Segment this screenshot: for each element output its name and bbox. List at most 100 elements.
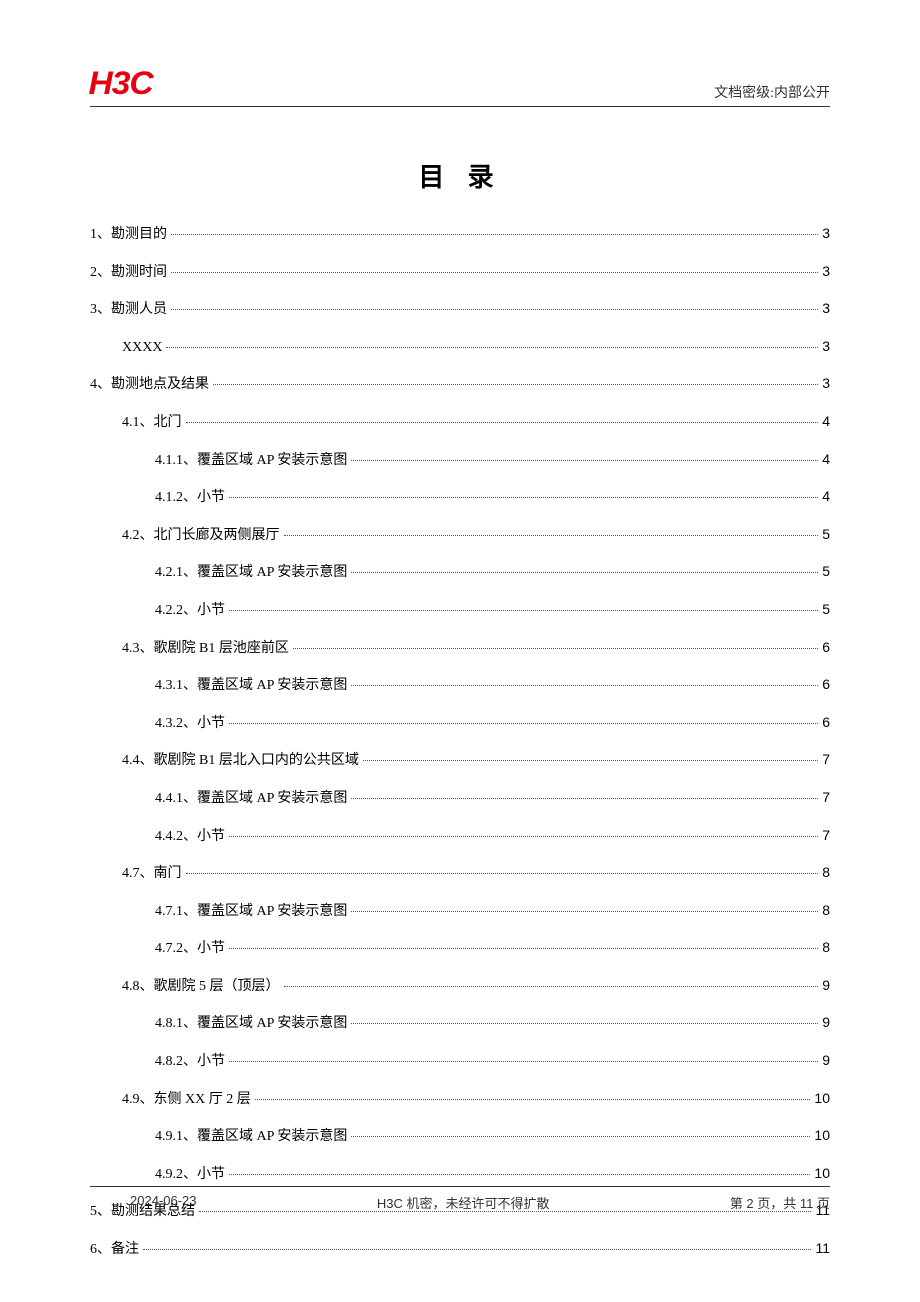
toc-entry-page: 5 xyxy=(822,600,830,620)
toc-leader-dots xyxy=(229,497,818,498)
toc-entry[interactable]: 1、勘测目的3 xyxy=(90,224,830,245)
toc-entry-page: 11 xyxy=(815,1239,830,1259)
toc-entry[interactable]: 4.9、东侧 XX 厅 2 层10 xyxy=(90,1089,830,1110)
toc-leader-dots xyxy=(229,948,818,949)
toc-entry[interactable]: 4.4.1、覆盖区域 AP 安装示意图 7 xyxy=(90,788,830,809)
toc-leader-dots xyxy=(229,836,818,837)
toc-entry-page: 9 xyxy=(822,1051,830,1071)
footer-confidential: H3C 机密，未经许可不得扩散 xyxy=(377,1193,550,1212)
classification-label: 文档密级:内部公开 xyxy=(714,82,830,102)
h3c-logo: H3C xyxy=(88,65,152,102)
toc-leader-dots xyxy=(229,1061,818,1062)
toc-entry-label: 4.4、歌剧院 B1 层北入口内的公共区域 xyxy=(122,751,359,771)
toc-entry[interactable]: 4.2.1、覆盖区域 AP 安装示意图 5 xyxy=(90,562,830,583)
toc-leader-dots xyxy=(351,460,818,461)
toc-entry-label: 4.9.1、覆盖区域 AP 安装示意图 xyxy=(155,1127,347,1147)
toc-entry[interactable]: 4.9.1、覆盖区域 AP 安装示意图 10 xyxy=(90,1126,830,1147)
toc-entry[interactable]: 4.7.1、覆盖区域 AP 安装示意图 8 xyxy=(90,901,830,922)
toc-leader-dots xyxy=(166,347,818,348)
toc-entry-page: 10 xyxy=(814,1126,830,1146)
page-header: H3C 文档密级:内部公开 xyxy=(90,65,830,107)
toc-entry-label: 4.8.1、覆盖区域 AP 安装示意图 xyxy=(155,1014,347,1034)
toc-entry[interactable]: 4.3.2、小节 6 xyxy=(90,713,830,734)
toc-leader-dots xyxy=(293,648,818,649)
toc-leader-dots xyxy=(351,1023,818,1024)
toc-entry-page: 6 xyxy=(822,675,830,695)
toc-entry-label: 4.3.1、覆盖区域 AP 安装示意图 xyxy=(155,676,347,696)
page-container: H3C 文档密级:内部公开 目 录 1、勘测目的32、勘测时间33、勘测人员3X… xyxy=(0,0,920,1302)
toc-entry-page: 7 xyxy=(822,788,830,808)
toc-entry[interactable]: 4.1.2、小节4 xyxy=(90,487,830,508)
toc-entry-page: 8 xyxy=(822,938,830,958)
toc-entry-label: 4.8.2、小节 xyxy=(155,1052,225,1072)
toc-entry-label: 4.2.1、覆盖区域 AP 安装示意图 xyxy=(155,563,347,583)
toc-entry-label: XXXX xyxy=(122,338,162,358)
toc-entry[interactable]: 6、备注 11 xyxy=(90,1239,830,1260)
toc-entry-page: 4 xyxy=(822,487,830,507)
toc-title: 目 录 xyxy=(90,157,830,194)
toc-entry-page: 10 xyxy=(814,1089,830,1109)
toc-entry[interactable]: 4.9.2、小节10 xyxy=(90,1164,830,1185)
toc-entry[interactable]: 4.1.1、覆盖区域 AP 安装示意图 4 xyxy=(90,450,830,471)
toc-leader-dots xyxy=(186,873,819,874)
toc-entry-label: 4.3、歌剧院 B1 层池座前区 xyxy=(122,639,289,659)
toc-entry[interactable]: 4.1、北门4 xyxy=(90,412,830,433)
toc-leader-dots xyxy=(171,234,818,235)
toc-entry[interactable]: 4.2.2、小节5 xyxy=(90,600,830,621)
toc-entry-page: 9 xyxy=(822,1013,830,1033)
toc-entry[interactable]: 3、勘测人员3 xyxy=(90,299,830,320)
toc-entry[interactable]: 4.7、南门 8 xyxy=(90,863,830,884)
toc-entry-label: 4、勘测地点及结果 xyxy=(90,375,209,395)
toc-entry-label: 4.3.2、小节 xyxy=(155,714,225,734)
footer-date: 2024-06-23 xyxy=(90,1193,197,1212)
toc-entry[interactable]: 4.4、歌剧院 B1 层北入口内的公共区域 7 xyxy=(90,750,830,771)
toc-leader-dots xyxy=(186,422,819,423)
toc-entry-page: 6 xyxy=(822,713,830,733)
toc-entry-page: 6 xyxy=(822,638,830,658)
toc-entry-page: 10 xyxy=(814,1164,830,1184)
toc-entry[interactable]: 2、勘测时间 3 xyxy=(90,262,830,283)
toc-leader-dots xyxy=(284,986,819,987)
table-of-contents: 1、勘测目的3 2、勘测时间 3 3、勘测人员3 XXXX3 4、勘测地点及结果 3 4.1、… xyxy=(90,224,830,1260)
toc-entry-label: 4.7、南门 xyxy=(122,864,182,884)
toc-entry[interactable]: 4.8、歌剧院 5 层（顶层）9 xyxy=(90,976,830,997)
toc-entry-label: 4.1.1、覆盖区域 AP 安装示意图 xyxy=(155,451,347,471)
toc-entry[interactable]: 4.4.2、小节7 xyxy=(90,826,830,847)
toc-entry[interactable]: 4.3.1、覆盖区域 AP 安装示意图 6 xyxy=(90,675,830,696)
toc-entry[interactable]: 4.8.1、覆盖区域 AP 安装示意图 9 xyxy=(90,1013,830,1034)
toc-entry[interactable]: XXXX3 xyxy=(90,337,830,358)
toc-leader-dots xyxy=(229,1174,810,1175)
toc-entry-page: 3 xyxy=(822,374,830,394)
toc-entry-label: 4.4.1、覆盖区域 AP 安装示意图 xyxy=(155,789,347,809)
toc-entry-label: 1、勘测目的 xyxy=(90,225,167,245)
toc-entry[interactable]: 4.2、北门长廊及两侧展厅 5 xyxy=(90,525,830,546)
toc-entry-label: 4.2、北门长廊及两侧展厅 xyxy=(122,526,280,546)
toc-leader-dots xyxy=(213,384,818,385)
toc-entry[interactable]: 4.3、歌剧院 B1 层池座前区 6 xyxy=(90,638,830,659)
toc-entry[interactable]: 4、勘测地点及结果 3 xyxy=(90,374,830,395)
toc-entry-page: 8 xyxy=(822,863,830,883)
toc-leader-dots xyxy=(143,1249,811,1250)
toc-entry-page: 3 xyxy=(822,262,830,282)
toc-entry-page: 5 xyxy=(822,562,830,582)
toc-entry-page: 7 xyxy=(822,750,830,770)
toc-leader-dots xyxy=(363,760,818,761)
toc-entry-page: 8 xyxy=(822,901,830,921)
toc-entry-label: 6、备注 xyxy=(90,1240,139,1260)
toc-leader-dots xyxy=(351,572,818,573)
toc-entry-page: 4 xyxy=(822,450,830,470)
toc-entry[interactable]: 4.7.2、小节8 xyxy=(90,938,830,959)
toc-entry-page: 9 xyxy=(822,976,830,996)
toc-entry[interactable]: 4.8.2、小节 9 xyxy=(90,1051,830,1072)
toc-entry-label: 2、勘测时间 xyxy=(90,263,167,283)
toc-entry-page: 4 xyxy=(822,412,830,432)
toc-entry-label: 4.7.1、覆盖区域 AP 安装示意图 xyxy=(155,902,347,922)
toc-entry-page: 5 xyxy=(822,525,830,545)
toc-leader-dots xyxy=(171,309,818,310)
toc-leader-dots xyxy=(351,1136,810,1137)
toc-leader-dots xyxy=(229,723,818,724)
toc-leader-dots xyxy=(351,798,818,799)
toc-leader-dots xyxy=(284,535,819,536)
footer-page-info: 第 2 页，共 11 页 xyxy=(730,1193,830,1212)
toc-entry-page: 7 xyxy=(822,826,830,846)
